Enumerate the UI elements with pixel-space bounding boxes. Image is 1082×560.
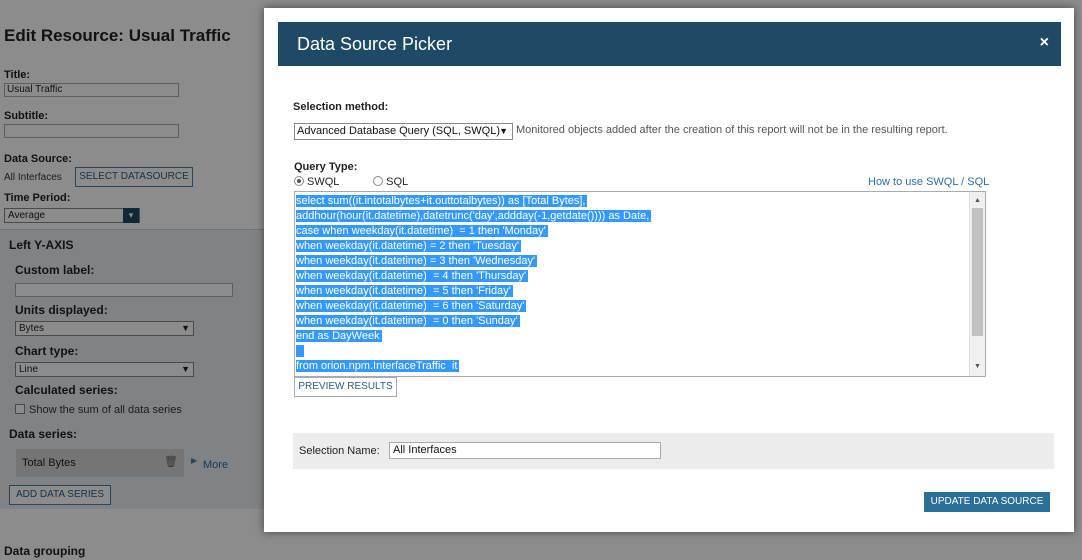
query-line: when weekday(it.datetime) = 5 then 'Frid… [296,285,513,297]
selection-method-value: Advanced Database Query (SQL, SWQL) [297,125,500,137]
query-text: select sum((it.intotalbytes+it.outtotalb… [296,194,652,374]
swql-radio[interactable] [294,176,304,186]
sql-radio[interactable] [373,176,384,186]
query-line: when weekday(it.datetime) = 2 then 'Tues… [296,240,521,252]
query-line: end as DayWeek [296,330,382,342]
query-line [296,344,651,359]
dialog-header: Data Source Picker × [278,22,1061,66]
dialog-title: Data Source Picker [297,34,453,54]
dropdown-arrow-icon: ▼ [499,126,508,136]
query-line: when weekday(it.datetime) = 3 then 'Wedn… [296,255,538,267]
query-line: when weekday(it.datetime) = 4 then 'Thur… [296,270,529,282]
query-line: when weekday(it.datetime) = 6 then 'Satu… [296,300,527,312]
update-data-source-button[interactable]: UPDATE DATA SOURCE [924,492,1050,512]
query-textarea[interactable]: select sum((it.intotalbytes+it.outtotalb… [294,191,986,377]
sql-radio-label: SQL [386,176,409,188]
swql-help-link[interactable]: How to use SWQL / SQL [868,176,989,188]
query-line: case when weekday(it.datetime) = 1 then … [296,225,548,237]
selection-method-select[interactable]: Advanced Database Query (SQL, SWQL) ▼ [294,123,513,140]
query-line: select sum((it.intotalbytes+it.outtotalb… [296,195,588,207]
swql-radio-label: SWQL [307,176,339,188]
selection-method-label: Selection method: [293,101,389,113]
data-source-picker-dialog: Data Source Picker × Selection method: A… [264,8,1074,532]
scroll-thumb[interactable] [972,208,983,336]
selection-name-panel: Selection Name: All Interfaces [293,433,1054,469]
selection-name-input[interactable]: All Interfaces [389,442,661,459]
selection-name-label: Selection Name: [299,445,380,457]
scroll-down-icon[interactable]: ▼ [970,360,985,374]
query-line: addhour(hour(it.datetime),datetrunc('day… [296,210,652,222]
selection-method-note: Monitored objects added after the creati… [516,124,948,136]
query-type-radios: SWQL SQL [294,176,408,188]
preview-results-button[interactable]: PREVIEW RESULTS [294,377,397,397]
query-line: when weekday(it.datetime) = 0 then 'Sund… [296,315,520,327]
query-scrollbar[interactable]: ▲ ▼ [969,192,985,376]
query-line: from orion.npm.InterfaceTraffic it [296,360,460,372]
query-type-label: Query Type: [294,161,358,173]
scroll-up-icon[interactable]: ▲ [970,194,985,208]
close-icon[interactable]: × [1040,34,1049,52]
